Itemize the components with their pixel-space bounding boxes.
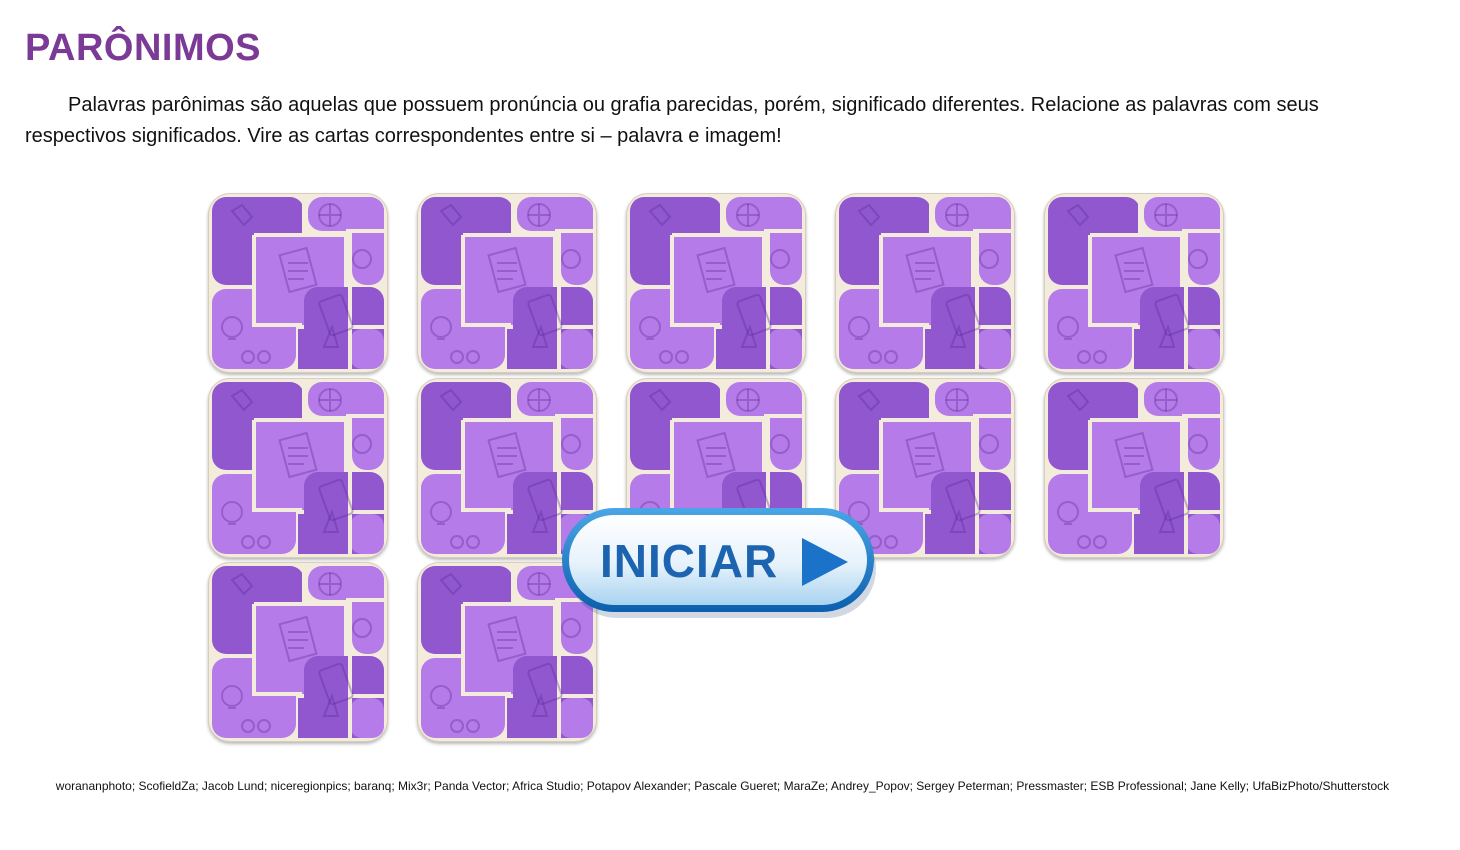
card-back-pattern	[1048, 382, 1220, 554]
instructions-text: Palavras parônimas são aquelas que possu…	[25, 94, 1319, 147]
memory-card[interactable]	[417, 193, 597, 373]
card-back-pattern	[212, 566, 384, 738]
page-title: PARÔNIMOS	[25, 27, 262, 69]
memory-card[interactable]	[626, 193, 806, 373]
card-back-pattern	[1048, 197, 1220, 369]
card-back-pattern	[212, 197, 384, 369]
memory-card[interactable]	[208, 378, 388, 558]
card-back-pattern	[212, 382, 384, 554]
start-button-label: INICIAR	[600, 535, 779, 587]
start-button[interactable]: INICIAR	[562, 508, 876, 618]
memory-card[interactable]	[208, 562, 388, 742]
card-back-pattern	[630, 197, 802, 369]
memory-card[interactable]	[208, 193, 388, 373]
memory-card[interactable]	[1044, 193, 1224, 373]
memory-card[interactable]	[1044, 378, 1224, 558]
memory-card[interactable]	[835, 193, 1015, 373]
card-back-pattern	[421, 197, 593, 369]
image-credits: worananphoto; ScofieldZa; Jacob Lund; ni…	[55, 779, 1390, 793]
card-back-pattern	[839, 197, 1011, 369]
